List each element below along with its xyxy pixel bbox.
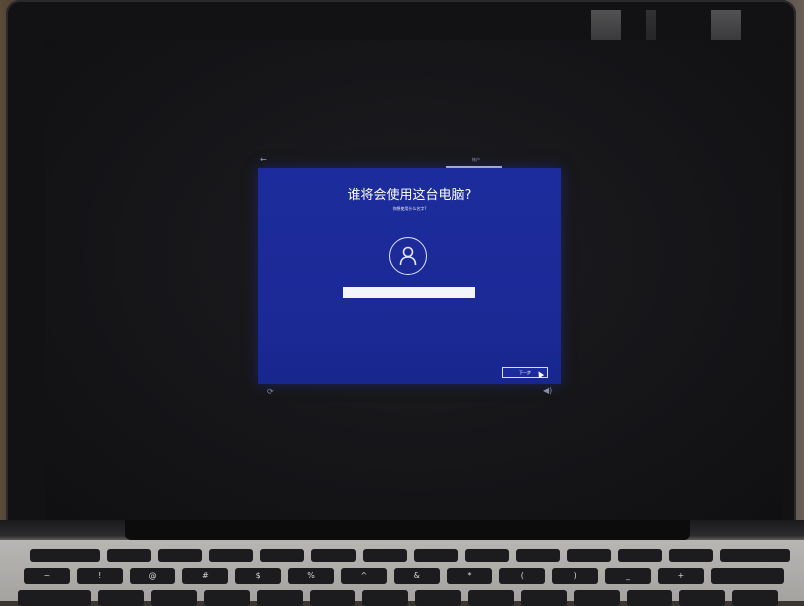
back-arrow-icon[interactable]: ←: [260, 155, 267, 165]
keyboard-key: &: [393, 568, 440, 584]
person-icon: [399, 246, 417, 266]
keyboard-number-row: ~ ! @ # $ % ^ & * ( ) _ +: [24, 568, 785, 584]
keyboard-key: [626, 590, 673, 606]
keyboard-key: [98, 590, 145, 606]
volume-icon[interactable]: ◀): [543, 387, 552, 395]
keyboard-key: [710, 568, 785, 584]
oobe-progress-bar: ← 帐户: [256, 155, 561, 168]
keyboard-key: $: [235, 568, 282, 584]
user-avatar-icon: [389, 237, 427, 275]
keyboard-key: ^: [340, 568, 387, 584]
keyboard-function-row: [30, 549, 791, 562]
hinge-notch: [125, 520, 690, 540]
keyboard-key: (: [499, 568, 546, 584]
keyboard-key: !: [76, 568, 123, 584]
keyboard-key: [468, 590, 514, 606]
oobe-setup-panel: 谁将会使用这台电脑? 你想使用什么名字? 下一步: [258, 168, 561, 384]
keyboard-key: *: [446, 568, 493, 584]
keyboard-key: [566, 549, 611, 562]
keyboard-key: @: [129, 568, 176, 584]
keyboard-key: [573, 590, 620, 606]
keyboard-key: [362, 549, 407, 562]
keyboard-key: [515, 549, 560, 562]
keyboard-key: #: [182, 568, 229, 584]
user-name-input[interactable]: [343, 287, 475, 298]
page-subtitle: 你想使用什么名字?: [392, 206, 427, 211]
keyboard-top-letter-row: [18, 590, 779, 606]
keyboard-key: [260, 549, 305, 562]
keyboard-key: [18, 590, 92, 606]
keyboard-key: [668, 549, 713, 562]
keyboard-key: [464, 549, 509, 562]
keyboard-key: [520, 590, 567, 606]
keyboard-key: +: [657, 568, 704, 584]
keyboard-key: ): [552, 568, 599, 584]
keyboard-key: [203, 590, 250, 606]
keyboard-key: [617, 549, 662, 562]
keyboard-key: [209, 549, 254, 562]
step-label-account: 帐户: [472, 157, 480, 162]
keyboard-key: [107, 549, 152, 562]
keyboard-key: [30, 549, 101, 562]
keyboard-key: _: [605, 568, 651, 584]
keyboard-key: [151, 590, 197, 606]
keyboard-key: [309, 590, 356, 606]
keyboard-key: [413, 549, 458, 562]
keyboard-key: [719, 549, 791, 562]
ease-of-access-icon[interactable]: ⟳: [267, 388, 274, 396]
keyboard-key: [679, 590, 726, 606]
keyboard-key: [256, 590, 303, 606]
keyboard-key: [362, 590, 409, 606]
keyboard-key: [732, 590, 779, 606]
keyboard-key: %: [288, 568, 334, 584]
keyboard-key: [311, 549, 356, 562]
keyboard-key: ~: [24, 568, 70, 584]
page-title: 谁将会使用这台电脑?: [347, 188, 472, 203]
keyboard-key: [415, 590, 462, 606]
keyboard-key: [158, 549, 203, 562]
